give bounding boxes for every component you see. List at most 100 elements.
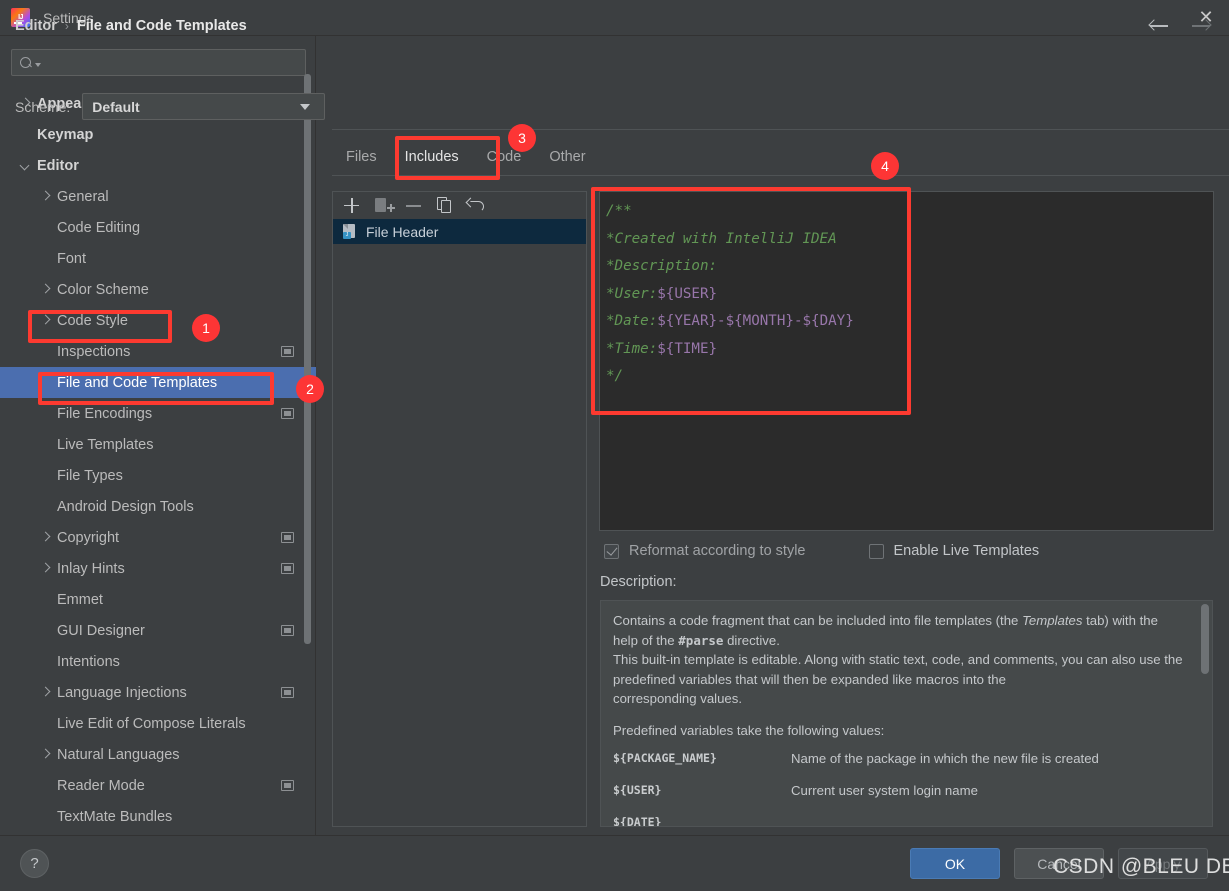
sidebar-item-label: Font <box>57 250 87 267</box>
chevron-right-icon[interactable] <box>40 191 51 202</box>
code-variable: ${MONTH} <box>725 313 794 329</box>
chevron-right-icon[interactable] <box>40 749 51 760</box>
description-panel: Contains a code fragment that can be inc… <box>600 600 1213 827</box>
description-paragraph-4: Predefined variables take the following … <box>613 722 885 738</box>
sidebar-item-keymap[interactable]: Keymap <box>0 119 316 150</box>
table-row: ${PACKAGE_NAME} Name of the package in wh… <box>613 746 1185 778</box>
code-comment: *Time: <box>606 340 658 357</box>
sidebar-item-label: Language Injections <box>57 684 187 701</box>
sidebar-item-file-encodings[interactable]: File Encodings <box>0 398 316 429</box>
predefined-variables-table: ${PACKAGE_NAME} Name of the package in wh… <box>613 746 1185 826</box>
variable-name: ${USER} <box>613 783 662 797</box>
tab-other[interactable]: Other <box>535 141 599 172</box>
sidebar-item-editor[interactable]: Editor <box>0 150 316 181</box>
settings-tree[interactable]: Appearance & BehaviorKeymapEditorGeneral… <box>0 88 316 835</box>
enable-live-templates-label: Enable Live Templates <box>893 543 1040 559</box>
sidebar-item-label: File Types <box>57 467 123 484</box>
sidebar-item-label: General <box>57 188 109 205</box>
cancel-button[interactable]: Cancel <box>1014 848 1104 879</box>
sidebar-item-reader-mode[interactable]: Reader Mode <box>0 770 316 801</box>
sidebar-item-inlay-hints[interactable]: Inlay Hints <box>0 553 316 584</box>
breadcrumb-root[interactable]: Editor <box>15 18 57 34</box>
modified-badge-icon <box>281 346 294 357</box>
undo-reset-icon[interactable] <box>466 196 485 215</box>
tab-includes[interactable]: Includes <box>391 141 473 172</box>
sidebar-scrollbar[interactable] <box>302 36 313 783</box>
arrow-right-icon[interactable] <box>1189 14 1213 38</box>
sidebar-item-label: Natural Languages <box>57 746 180 763</box>
copy-icon[interactable] <box>435 196 454 215</box>
sidebar-item-textmate-bundles[interactable]: TextMate Bundles <box>0 801 316 832</box>
tabs-divider <box>332 175 1229 176</box>
modified-badge-icon <box>281 625 294 636</box>
sidebar-item-live-edit-of-compose-literals[interactable]: Live Edit of Compose Literals <box>0 708 316 739</box>
variable-description <box>791 810 1185 826</box>
sidebar-item-live-templates[interactable]: Live Templates <box>0 429 316 460</box>
code-line: *Created with IntelliJ IDEA <box>606 226 1213 254</box>
sidebar-item-label: Code Style <box>57 312 128 329</box>
sidebar-item-android-design-tools[interactable]: Android Design Tools <box>0 491 316 522</box>
code-line: *Date:${YEAR}-${MONTH}-${DAY} <box>606 308 1213 336</box>
chevron-right-icon[interactable] <box>40 315 51 326</box>
code-comment: *Created with IntelliJ IDEA <box>606 230 837 247</box>
sidebar-item-emmet[interactable]: Emmet <box>0 584 316 615</box>
sidebar-item-language-injections[interactable]: Language Injections <box>0 677 316 708</box>
tab-files[interactable]: Files <box>332 141 391 172</box>
sidebar-scrollbar-thumb[interactable] <box>304 74 311 644</box>
ok-button[interactable]: OK <box>910 848 1000 879</box>
sidebar-item-label: Reader Mode <box>57 777 145 794</box>
chevron-right-icon[interactable] <box>40 687 51 698</box>
chevron-right-icon[interactable] <box>40 284 51 295</box>
sidebar-item-copyright[interactable]: Copyright <box>0 522 316 553</box>
nav-arrows <box>1147 14 1213 38</box>
sidebar-item-label: Intentions <box>57 653 120 670</box>
template-tabs[interactable]: Files Includes Code Other <box>332 141 912 174</box>
sidebar-item-code-editing[interactable]: Code Editing <box>0 212 316 243</box>
enable-live-templates-checkbox[interactable] <box>868 543 884 559</box>
sidebar-item-code-style[interactable]: Code Style <box>0 305 316 336</box>
sidebar-item-natural-languages[interactable]: Natural Languages <box>0 739 316 770</box>
plus-icon[interactable] <box>342 196 361 215</box>
templates-toolbar <box>333 192 586 219</box>
chevron-right-icon[interactable] <box>40 563 51 574</box>
reformat-checkbox[interactable] <box>604 543 619 559</box>
scheme-dropdown[interactable]: Default <box>82 93 326 120</box>
sidebar-item-label: Inspections <box>57 343 131 360</box>
sidebar-item-gui-designer[interactable]: GUI Designer <box>0 615 316 646</box>
search-box[interactable] <box>11 49 306 76</box>
template-code-editor[interactable]: /** *Created with IntelliJ IDEA *Descripti… <box>599 191 1214 531</box>
sidebar-item-intentions[interactable]: Intentions <box>0 646 316 677</box>
help-button[interactable]: ? <box>20 849 49 878</box>
arrow-left-icon[interactable] <box>1147 14 1171 38</box>
sidebar-item-label: Code Editing <box>57 219 141 236</box>
table-row: ${DATE} <box>613 810 1185 826</box>
code-variable: ${TIME} <box>657 340 718 357</box>
list-item[interactable]: J File Header <box>333 219 586 244</box>
search-input[interactable] <box>41 55 305 70</box>
tab-code[interactable]: Code <box>473 141 536 172</box>
list-item-label: File Header <box>366 223 439 240</box>
sidebar-item-font[interactable]: Font <box>0 243 316 274</box>
add-template-icon[interactable] <box>373 196 392 215</box>
code-line: *Description: <box>606 253 1213 281</box>
sidebar-item-general[interactable]: General <box>0 181 316 212</box>
template-file-icon: J <box>342 224 357 239</box>
sidebar-item-color-scheme[interactable]: Color Scheme <box>0 274 316 305</box>
description-scrollbar-thumb[interactable] <box>1201 604 1209 674</box>
sidebar-item-file-types[interactable]: File Types <box>0 460 316 491</box>
sidebar-item-file-and-code-templates[interactable]: File and Code Templates <box>0 367 316 398</box>
sidebar-item-inspections[interactable]: Inspections <box>0 336 316 367</box>
chevron-right-icon[interactable] <box>40 532 51 543</box>
settings-dialog: IJ Settings ✕ Appearance & BehaviorKeyma… <box>0 0 1229 891</box>
code-comment: /** <box>606 203 632 219</box>
chevron-down-icon[interactable] <box>20 160 31 171</box>
